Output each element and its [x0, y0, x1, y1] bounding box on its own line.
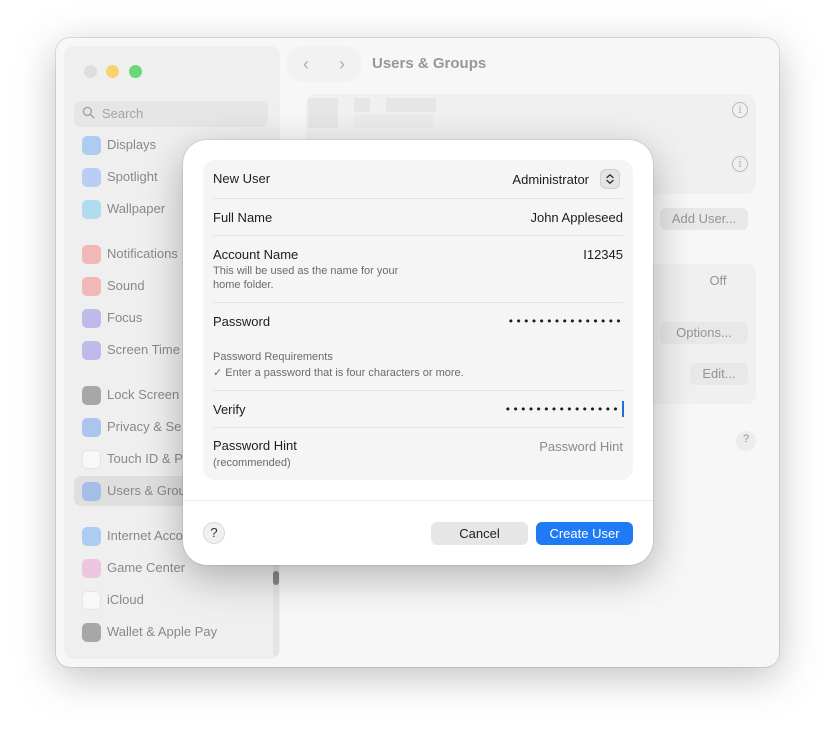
sidebar-item-label: Displays — [107, 137, 157, 152]
edit-button[interactable]: Edit... — [690, 363, 748, 385]
touch-id-icon — [82, 450, 101, 469]
sidebar-item-label: Users & Grou — [107, 483, 186, 498]
password-requirements-row: Password Requirements ✓ Enter a password… — [213, 340, 623, 391]
help-button[interactable]: ? — [203, 522, 225, 544]
screen-time-icon — [82, 341, 101, 360]
account-name-field[interactable]: I12345 — [583, 247, 623, 262]
info-icon[interactable]: i — [732, 102, 748, 118]
new-user-row: New User Administrator — [213, 160, 623, 199]
user-name-placeholder — [354, 98, 370, 112]
cancel-button[interactable]: Cancel — [431, 522, 528, 545]
full-name-row: Full Name John Appleseed — [213, 199, 623, 236]
account-name-help-line1: This will be used as the name for your — [213, 265, 399, 277]
spotlight-icon — [82, 168, 101, 187]
account-name-label: Account Name — [213, 247, 299, 262]
sidebar-scroll-thumb[interactable] — [273, 571, 279, 585]
info-icon[interactable]: i — [732, 156, 748, 172]
game-center-icon — [82, 559, 101, 578]
sidebar-item-label: Touch ID & P — [107, 451, 183, 466]
wallet-icon — [82, 623, 101, 642]
create-user-button[interactable]: Create User — [536, 522, 633, 545]
sidebar-item-label: Spotlight — [107, 169, 158, 184]
user-avatar-placeholder — [308, 98, 338, 128]
sidebar-item-label: Notifications — [107, 246, 178, 261]
internet-accounts-icon — [82, 527, 101, 546]
account-name-row: Account Name This will be used as the na… — [213, 236, 623, 303]
sheet-divider — [183, 500, 653, 501]
back-chevron-icon[interactable]: ‹ — [292, 52, 320, 76]
window-close-button[interactable] — [84, 65, 97, 78]
password-requirements-title: Password Requirements — [213, 351, 333, 363]
window-zoom-button[interactable] — [129, 65, 142, 78]
sidebar-search-field[interactable]: Search — [74, 101, 268, 127]
password-hint-field[interactable]: Password Hint — [539, 439, 623, 454]
auto-login-off-select[interactable]: Off — [690, 270, 746, 292]
options-button[interactable]: Options... — [660, 322, 748, 344]
help-icon[interactable]: ? — [736, 431, 756, 451]
lock-screen-icon — [82, 386, 101, 405]
window-title: Users & Groups — [372, 55, 487, 72]
sidebar-item-label: iCloud — [107, 592, 144, 607]
icloud-icon — [82, 591, 101, 610]
full-name-field[interactable]: John Appleseed — [530, 210, 623, 225]
new-user-sheet: New User Administrator Full Name John Ap… — [183, 140, 653, 565]
verify-field[interactable]: ••••••••••••••• — [505, 403, 620, 416]
sidebar-item-label: Focus — [107, 310, 143, 325]
add-user-button[interactable]: Add User... — [660, 208, 748, 230]
sidebar-item-label: Sound — [107, 278, 145, 293]
up-down-chevron-icon[interactable] — [600, 169, 620, 189]
password-hint-recommended: (recommended) — [213, 457, 291, 469]
user-name-placeholder — [386, 98, 436, 112]
password-row: Password ••••••••••••••• — [213, 303, 623, 340]
users-groups-icon — [82, 482, 101, 501]
notifications-icon — [82, 245, 101, 264]
sidebar-item-label: Wallet & Apple Pay — [107, 624, 218, 639]
sidebar-item[interactable]: Wallet & Apple Pay — [74, 617, 270, 647]
user-role-placeholder — [354, 114, 434, 128]
search-placeholder: Search — [102, 106, 144, 121]
forward-chevron-icon[interactable]: › — [328, 52, 356, 76]
sidebar-item-label: Privacy & Se — [107, 419, 182, 434]
privacy-icon — [82, 418, 101, 437]
password-label: Password — [213, 314, 271, 329]
password-hint-label: Password Hint — [213, 438, 297, 453]
password-field[interactable]: ••••••••••••••• — [508, 315, 623, 328]
window-minimize-button[interactable] — [106, 65, 119, 78]
sidebar-item-label: Game Center — [107, 560, 186, 575]
password-requirement-item: ✓ Enter a password that is four characte… — [213, 367, 464, 379]
sidebar-item-label: Internet Acco — [107, 528, 183, 543]
new-user-label: New User — [213, 171, 271, 186]
account-type-value[interactable]: Administrator — [512, 172, 589, 187]
sidebar-item-label: Wallpaper — [107, 201, 166, 216]
sidebar-item-label: Lock Screen — [107, 387, 180, 402]
verify-row: Verify ••••••••••••••• — [213, 391, 624, 428]
password-hint-row: Password Hint (recommended) Password Hin… — [213, 428, 623, 480]
new-user-form: New User Administrator Full Name John Ap… — [203, 160, 633, 480]
sidebar-item[interactable]: iCloud — [74, 585, 270, 615]
sound-icon — [82, 277, 101, 296]
search-icon — [82, 106, 95, 119]
focus-icon — [82, 309, 101, 328]
sidebar-item-label: Screen Time — [107, 342, 180, 357]
wallpaper-icon — [82, 200, 101, 219]
text-cursor — [622, 401, 624, 417]
verify-label: Verify — [213, 402, 246, 417]
displays-icon — [82, 136, 101, 155]
full-name-label: Full Name — [213, 210, 273, 225]
account-name-help-line2: home folder. — [213, 279, 274, 291]
